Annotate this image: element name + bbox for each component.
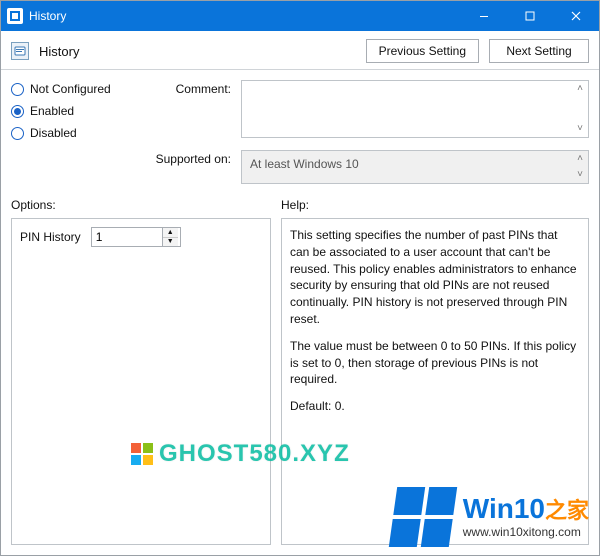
options-panel: PIN History ▲ ▼ xyxy=(11,218,271,545)
help-panel: This setting specifies the number of pas… xyxy=(281,218,589,545)
help-label: Help: xyxy=(281,198,589,212)
radio-not-configured[interactable]: Not Configured xyxy=(11,82,131,96)
help-paragraph: Default: 0. xyxy=(290,398,580,415)
comment-label: Comment: xyxy=(141,80,231,138)
maximize-button[interactable] xyxy=(507,1,553,31)
pin-history-label: PIN History xyxy=(20,230,81,244)
supported-on-box: At least Windows 10 ˄ ˅ xyxy=(241,150,589,184)
state-radio-group: Not Configured Enabled Disabled xyxy=(11,80,131,184)
page-title: History xyxy=(39,44,79,59)
minimize-button[interactable] xyxy=(461,1,507,31)
comment-textarea[interactable]: ˄ ˅ xyxy=(241,80,589,138)
radio-icon xyxy=(11,105,24,118)
radio-disabled[interactable]: Disabled xyxy=(11,126,131,140)
scroll-up-icon[interactable]: ˄ xyxy=(574,153,586,165)
help-paragraph: This setting specifies the number of pas… xyxy=(290,227,580,328)
radio-label: Not Configured xyxy=(30,82,111,96)
scroll-up-icon[interactable]: ˄ xyxy=(574,83,586,95)
supported-label: Supported on: xyxy=(141,150,231,184)
radio-icon xyxy=(11,127,24,140)
history-settings-window: History History Previous Setting Next Se… xyxy=(0,0,600,556)
pin-history-input[interactable] xyxy=(92,228,162,246)
help-paragraph: The value must be between 0 to 50 PINs. … xyxy=(290,338,580,388)
radio-label: Enabled xyxy=(30,104,74,118)
pin-history-spinner[interactable]: ▲ ▼ xyxy=(91,227,181,247)
close-button[interactable] xyxy=(553,1,599,31)
titlebar[interactable]: History xyxy=(1,1,599,31)
previous-setting-button[interactable]: Previous Setting xyxy=(366,39,479,63)
header-row: History Previous Setting Next Setting xyxy=(1,31,599,70)
options-label: Options: xyxy=(11,198,271,212)
scroll-down-icon[interactable]: ˅ xyxy=(574,123,586,135)
supported-on-value: At least Windows 10 xyxy=(250,157,359,171)
spinner-down-icon[interactable]: ▼ xyxy=(163,238,178,247)
window-title: History xyxy=(29,9,66,23)
radio-icon xyxy=(11,83,24,96)
scroll-down-icon[interactable]: ˅ xyxy=(574,169,586,181)
policy-icon xyxy=(11,42,29,60)
radio-enabled[interactable]: Enabled xyxy=(11,104,131,118)
radio-label: Disabled xyxy=(30,126,77,140)
window-icon xyxy=(7,8,23,24)
spinner-up-icon[interactable]: ▲ xyxy=(163,228,178,238)
next-setting-button[interactable]: Next Setting xyxy=(489,39,589,63)
